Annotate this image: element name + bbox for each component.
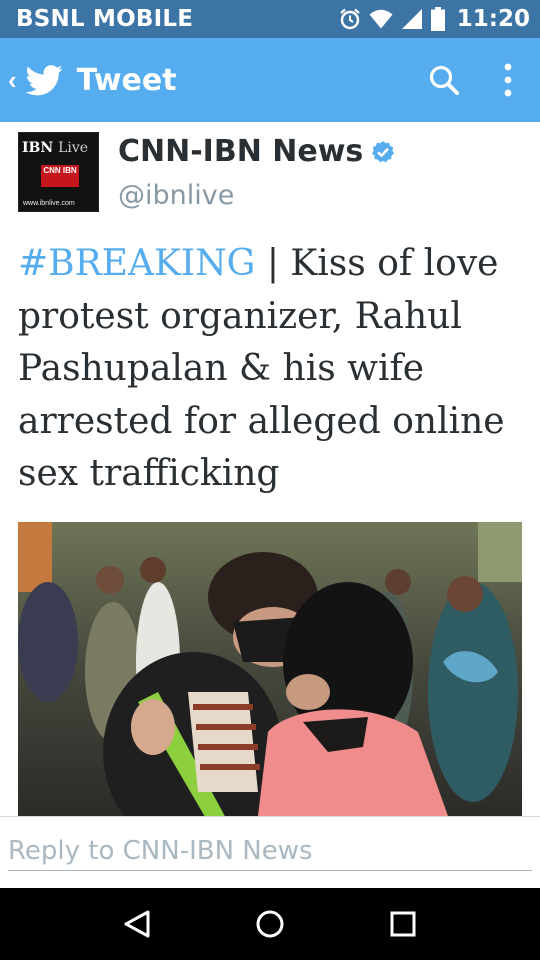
nav-home-button[interactable]	[230, 888, 310, 960]
status-icons: 11:20	[339, 6, 530, 32]
search-button[interactable]	[412, 38, 476, 122]
status-bar: BSNL MOBILE 11:20	[0, 0, 540, 38]
nav-back-button[interactable]	[97, 888, 177, 960]
chevron-left-icon: ‹	[8, 64, 17, 95]
reply-area	[0, 816, 540, 888]
verified-badge-icon	[372, 140, 395, 162]
twitter-bird-icon	[25, 64, 63, 95]
home-circle-icon	[256, 910, 284, 938]
action-bar: ‹ Tweet	[0, 38, 540, 122]
hashtag-link[interactable]: #BREAKING	[18, 243, 255, 284]
avatar-url: www.ibnlive.com	[23, 200, 75, 207]
avatar-brand-name: IBN	[22, 140, 54, 156]
avatar-brand-suffix: Live	[58, 140, 89, 156]
tweet-text: #BREAKING | Kiss of love protest organiz…	[18, 238, 528, 501]
avatar[interactable]: IBN Live CNN IBN www.ibnlive.com	[18, 132, 99, 212]
author-handle[interactable]: @ibnlive	[118, 180, 234, 211]
avatar-brand: IBN Live	[22, 140, 88, 156]
overflow-menu-icon	[504, 63, 512, 97]
clock: 11:20	[456, 6, 530, 32]
back-button[interactable]: ‹	[0, 38, 63, 122]
search-icon	[429, 65, 459, 95]
author-name[interactable]: CNN-IBN News	[118, 134, 395, 169]
avatar-badge: CNN IBN	[41, 165, 79, 187]
recents-square-icon	[390, 911, 416, 937]
reply-input[interactable]	[8, 831, 532, 871]
signal-icon	[401, 9, 422, 29]
battery-icon	[430, 7, 445, 31]
alarm-icon	[340, 8, 360, 30]
page-title: Tweet	[76, 62, 177, 98]
author-name-text: CNN-IBN News	[118, 134, 364, 169]
tweet-photo[interactable]	[18, 522, 522, 816]
wifi-icon	[369, 9, 393, 29]
back-triangle-icon	[124, 910, 150, 938]
navigation-bar	[0, 888, 540, 960]
action-bar-actions	[412, 38, 540, 122]
protest-photo	[18, 522, 522, 816]
overflow-menu-button[interactable]	[476, 38, 540, 122]
carrier-name: BSNL MOBILE	[16, 6, 194, 32]
nav-recents-button[interactable]	[363, 888, 443, 960]
